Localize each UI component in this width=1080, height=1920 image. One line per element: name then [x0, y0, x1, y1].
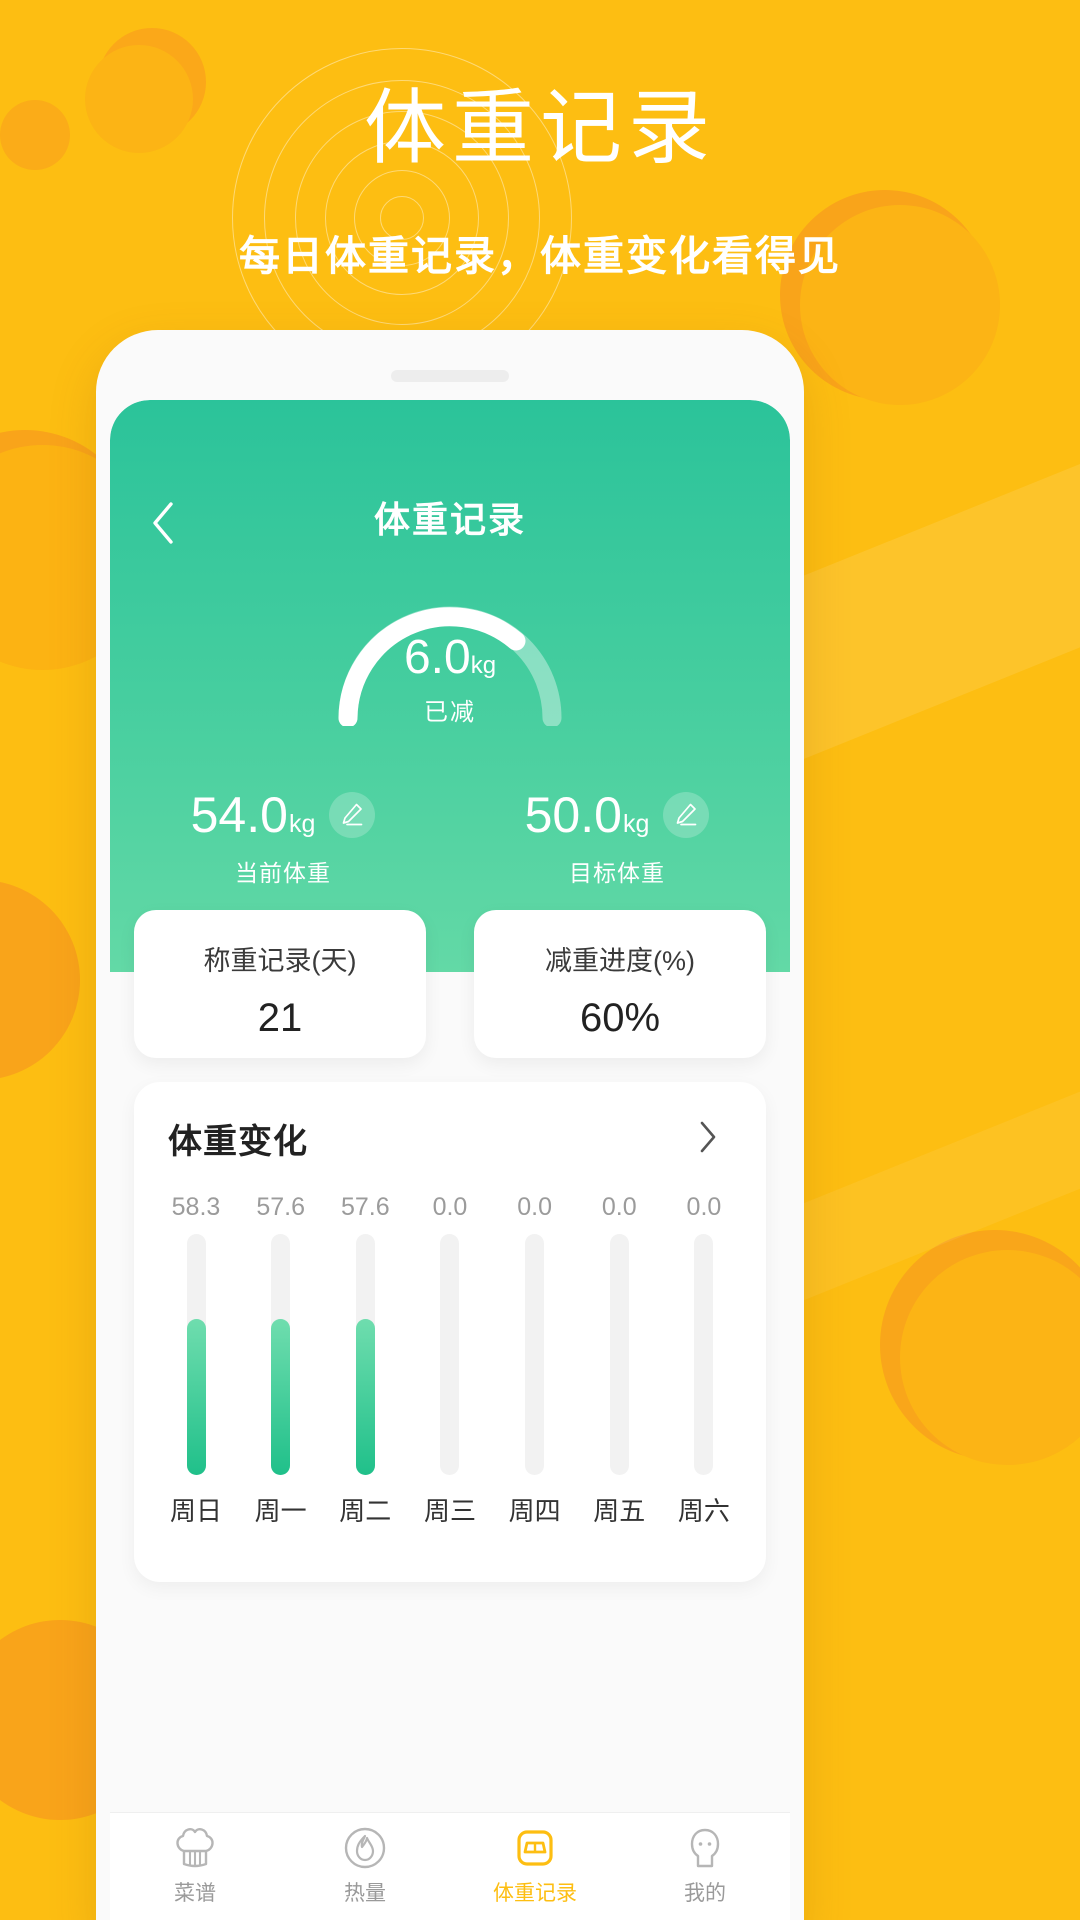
- current-weight-label: 当前体重: [235, 860, 331, 886]
- bar-track: [355, 1234, 375, 1475]
- weight-scale-icon: [512, 1825, 558, 1871]
- bar-column[interactable]: 58.3 周日: [154, 1190, 238, 1528]
- target-weight-value: 50.0: [524, 787, 622, 843]
- bar-track: [271, 1234, 291, 1475]
- tab-label: 热量: [344, 1882, 386, 1905]
- current-weight-unit: kg: [288, 809, 316, 838]
- bar-fill: [186, 1319, 206, 1475]
- stat-card-progress[interactable]: 减重进度(%) 60%: [474, 910, 766, 1058]
- bar-value-label: 57.6: [340, 1193, 390, 1221]
- tab-flame[interactable]: 热量: [280, 1813, 450, 1920]
- page-title: 体重记录: [363, 83, 716, 174]
- bar-day-label: 周六: [677, 1496, 730, 1526]
- phone-mockup: 体重记录 6.0kg 已减 54.0 kg 当前体重 50.0 kg 目标体重 …: [96, 330, 804, 1920]
- weight-change-card[interactable]: 体重变化 58.3 周日 57.6 周一 57.6 周二 0.0 周三 0.0 周四 0.0 周五 0.…: [134, 1082, 766, 1582]
- bar-track: [525, 1234, 545, 1475]
- stat-label: 减重进度(%): [545, 946, 695, 976]
- edit-current-weight-button[interactable]: [329, 792, 376, 838]
- current-weight-block: 54.0 kg 当前体重: [118, 790, 448, 888]
- bar-column[interactable]: 0.0 周三: [408, 1190, 492, 1528]
- gauge-value-group: 6.0kg: [320, 630, 580, 685]
- bar-day-label: 周一: [254, 1496, 307, 1526]
- tab-weight-scale[interactable]: 体重记录: [450, 1813, 620, 1920]
- target-weight-label: 目标体重: [569, 860, 665, 886]
- stat-label: 称重记录(天): [203, 946, 357, 976]
- pencil-edit-icon: [677, 803, 697, 826]
- bar-column[interactable]: 0.0 周五: [577, 1190, 661, 1528]
- bar-track: [609, 1234, 629, 1475]
- flame-icon: [342, 1825, 388, 1871]
- phone-speaker-grille: [391, 370, 509, 382]
- bar-value-label: 57.6: [256, 1193, 305, 1221]
- tab-label: 我的: [684, 1882, 726, 1905]
- chef-hat-icon: [172, 1825, 218, 1871]
- bar-value-label: 0.0: [432, 1193, 468, 1221]
- stat-cards-row: 称重记录(天) 21 减重进度(%) 60%: [110, 910, 790, 1060]
- bar-value-label: 0.0: [601, 1193, 637, 1221]
- gauge-caption: 已减: [424, 699, 476, 726]
- bar-column[interactable]: 0.0 周六: [662, 1190, 746, 1528]
- phone-screen: 体重记录 6.0kg 已减 54.0 kg 当前体重 50.0 kg 目标体重 …: [110, 400, 790, 1920]
- target-weight-block: 50.0 kg 目标体重: [452, 790, 782, 888]
- tab-chef-hat[interactable]: 菜谱: [110, 1813, 280, 1920]
- bar-column[interactable]: 0.0 周四: [493, 1190, 577, 1528]
- tab-person[interactable]: 我的: [620, 1813, 790, 1920]
- target-weight-unit: kg: [622, 809, 650, 838]
- bar-value-label: 0.0: [686, 1193, 722, 1221]
- gauge-value: 6.0: [403, 631, 471, 684]
- current-weight-value: 54.0: [190, 787, 288, 843]
- pencil-edit-icon: [343, 803, 363, 826]
- bar-day-label: 周三: [423, 1496, 476, 1526]
- bar-track: [186, 1234, 206, 1475]
- bar-fill: [355, 1319, 375, 1475]
- page-subtitle: 每日体重记录，体重变化看得见: [239, 233, 841, 279]
- bar-fill: [271, 1319, 291, 1475]
- bar-column[interactable]: 57.6 周一: [239, 1190, 323, 1528]
- edit-target-weight-button[interactable]: [663, 792, 710, 838]
- app-navbar: 体重记录: [110, 492, 790, 552]
- bar-track: [440, 1234, 460, 1475]
- bar-day-label: 周五: [593, 1496, 646, 1526]
- promo-page: 体重记录 每日体重记录，体重变化看得见 体重记录 6.0kg 已减 54.0 k…: [0, 0, 1080, 1920]
- stat-value: 60%: [579, 996, 661, 1040]
- bar-day-label: 周二: [339, 1496, 392, 1526]
- chart-title: 体重变化: [168, 1123, 308, 1161]
- stat-value: 21: [257, 996, 303, 1040]
- tab-label: 体重记录: [493, 1882, 577, 1905]
- chart-detail-button[interactable]: [690, 1118, 726, 1156]
- gauge-unit: kg: [470, 652, 497, 679]
- bottom-tabbar: 菜谱 热量 体重记录 我的: [110, 1812, 790, 1920]
- navbar-title: 体重记录: [373, 499, 526, 540]
- decor-circle: [0, 880, 80, 1080]
- stat-card-weigh-days[interactable]: 称重记录(天) 21: [134, 910, 426, 1058]
- chart-header: 体重变化: [168, 1114, 732, 1164]
- bar-value-label: 0.0: [517, 1193, 552, 1221]
- chevron-right-icon: [700, 1121, 716, 1153]
- bar-day-label: 周日: [169, 1496, 222, 1526]
- person-icon: [682, 1825, 728, 1871]
- weight-bar-chart: 58.3 周日 57.6 周一 57.6 周二 0.0 周三 0.0 周四 0.0 周五 0.0 周六: [154, 1190, 746, 1528]
- bar-day-label: 周四: [508, 1496, 561, 1526]
- bar-value-label: 58.3: [171, 1193, 221, 1221]
- bar-column[interactable]: 57.6 周二: [323, 1190, 407, 1528]
- weight-loss-gauge: 6.0kg 已减: [320, 576, 580, 736]
- bar-track: [694, 1234, 714, 1475]
- tab-label: 菜谱: [174, 1882, 216, 1905]
